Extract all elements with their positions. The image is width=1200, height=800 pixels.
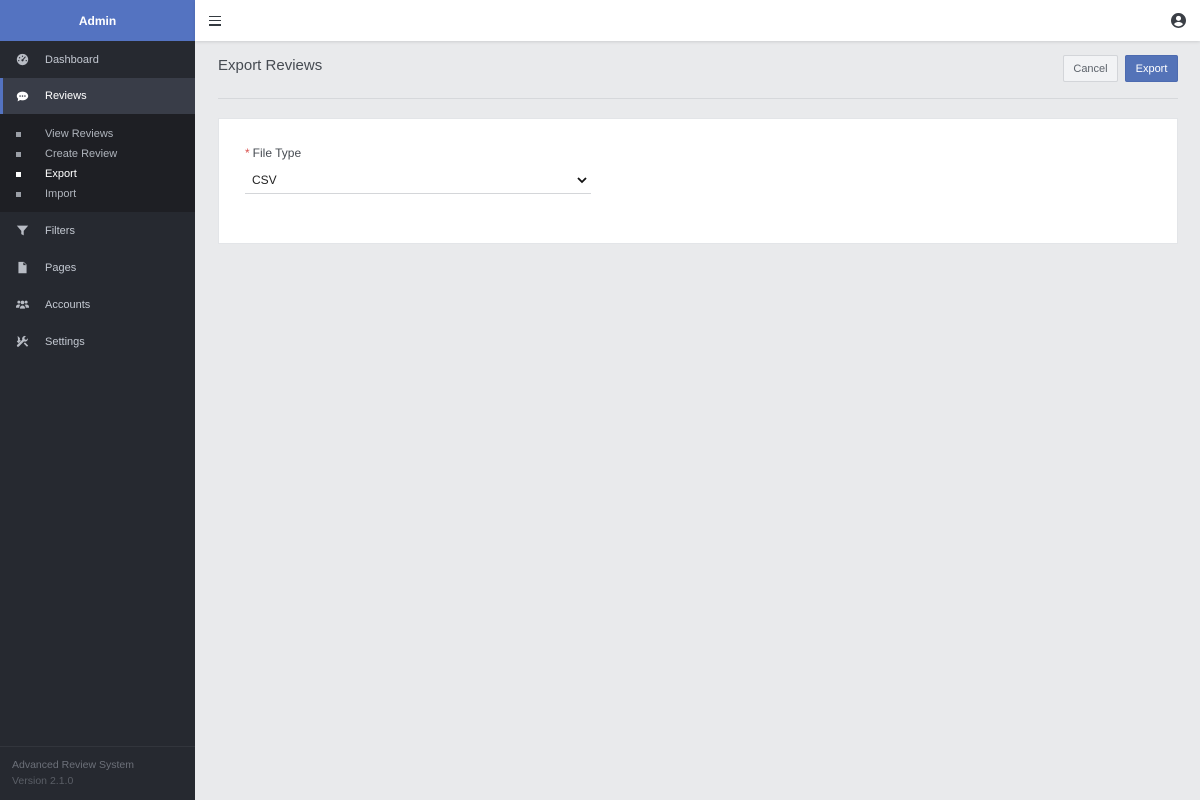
file-type-label-text: File Type: [252, 146, 302, 160]
file-icon: [0, 261, 45, 274]
submenu-item-label: Export: [45, 168, 77, 180]
submenu-item-label: View Reviews: [45, 128, 114, 140]
cancel-button[interactable]: Cancel: [1063, 55, 1118, 82]
bullet-icon: [0, 171, 45, 177]
sidebar-item-label: Reviews: [45, 90, 87, 102]
submenu-item-view-reviews[interactable]: View Reviews: [0, 124, 195, 144]
sidebar-item-label: Pages: [45, 261, 77, 274]
sidebar-item-settings[interactable]: Settings: [0, 323, 195, 360]
sidebar-nav: Dashboard Reviews View Reviews Create Re…: [0, 41, 195, 746]
sidebar-item-dashboard[interactable]: Dashboard: [0, 41, 195, 78]
reviews-submenu: View Reviews Create Review Export Import: [0, 114, 195, 212]
sidebar-item-filters[interactable]: Filters: [0, 212, 195, 249]
submenu-item-import[interactable]: Import: [0, 184, 195, 204]
export-form-card: * File Type CSV: [218, 118, 1178, 244]
filter-icon: [0, 224, 45, 237]
sidebar-item-label: Dashboard: [45, 53, 99, 66]
sidebar-footer: Advanced Review System Version 2.1.0: [0, 746, 195, 800]
dashboard-icon: [0, 53, 45, 66]
page-title: Export Reviews: [218, 57, 323, 74]
bullet-icon: [0, 131, 45, 137]
page-actions: Cancel Export: [1063, 55, 1178, 82]
tools-icon: [0, 335, 45, 348]
comment-icon: [0, 90, 45, 103]
submenu-item-export[interactable]: Export: [0, 164, 195, 184]
topbar: [195, 0, 1200, 41]
users-icon: [0, 298, 45, 311]
hamburger-icon[interactable]: [209, 15, 221, 26]
app-name: Advanced Review System: [12, 759, 134, 771]
sidebar-item-accounts[interactable]: Accounts: [0, 286, 195, 323]
brand-title[interactable]: Admin: [0, 0, 195, 41]
app-version: Version 2.1.0: [12, 775, 74, 787]
sidebar-item-reviews[interactable]: Reviews: [0, 78, 195, 114]
bullet-icon: [0, 151, 45, 157]
file-type-select[interactable]: CSV: [245, 166, 591, 194]
main-content: Export Reviews Cancel Export * File Type …: [218, 41, 1178, 244]
chevron-down-icon: [577, 176, 587, 183]
export-button[interactable]: Export: [1125, 55, 1178, 82]
file-type-label: * File Type: [245, 146, 1151, 160]
sidebar-item-label: Settings: [45, 335, 85, 348]
required-marker: *: [245, 146, 250, 160]
sidebar: Admin Dashboard Reviews View Reviews Cre…: [0, 0, 195, 800]
submenu-item-create-review[interactable]: Create Review: [0, 144, 195, 164]
sidebar-item-label: Filters: [45, 224, 75, 237]
sidebar-item-label: Accounts: [45, 298, 91, 311]
page-header: Export Reviews Cancel Export: [218, 41, 1178, 99]
submenu-item-label: Import: [45, 188, 77, 200]
bullet-icon: [0, 191, 45, 197]
user-circle-icon[interactable]: [1171, 13, 1186, 28]
file-type-value: CSV: [252, 172, 277, 187]
submenu-item-label: Create Review: [45, 148, 118, 160]
sidebar-item-pages[interactable]: Pages: [0, 249, 195, 286]
